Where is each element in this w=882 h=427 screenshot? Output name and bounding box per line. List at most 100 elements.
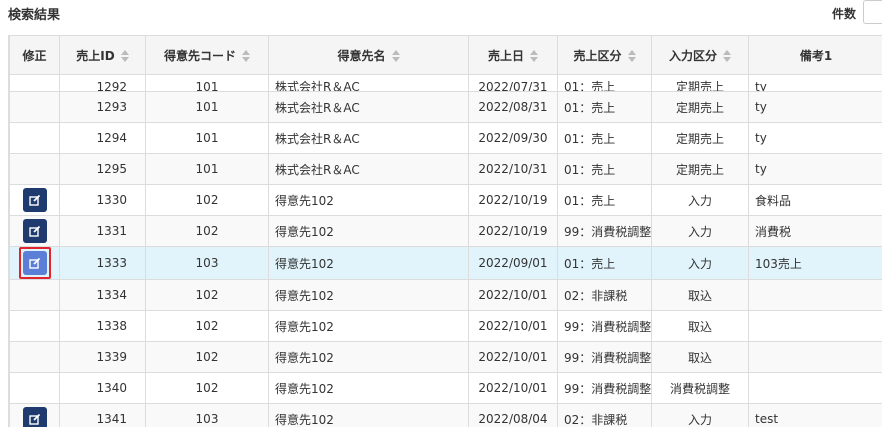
table-row[interactable]: 1295 101 株式会社R＆AC 2022/10/31 01：売上 定期売上 ty bbox=[9, 153, 882, 185]
cell-cust_code: 101 bbox=[145, 91, 269, 123]
results-header: 検索結果 件数 bbox=[0, 0, 882, 26]
cell-sales_type: 02：非課税 bbox=[557, 403, 652, 427]
cell-note: ty bbox=[748, 91, 882, 123]
cell-sales_type: 99：消費税調整 bbox=[557, 310, 652, 342]
table-row[interactable]: 1293 101 株式会社R＆AC 2022/08/31 01：売上 定期売上 ty bbox=[9, 91, 882, 123]
cell-cust_name: 得意先102 bbox=[268, 215, 469, 247]
cell-cust_name: 株式会社R＆AC bbox=[268, 153, 469, 185]
cell-date: 2022/10/31 bbox=[468, 153, 558, 185]
edit-cell bbox=[9, 372, 60, 404]
table-header-row: 修正 売上ID 得意先コード 得意先名 売上日 売上区分 入力区分 備考1 bbox=[9, 35, 882, 75]
cell-cust_code: 102 bbox=[145, 341, 269, 373]
table-row[interactable]: 1340 102 得意先102 2022/10/01 99：消費税調整 消費税調整 bbox=[9, 372, 882, 404]
column-header-date[interactable]: 売上日 bbox=[468, 35, 558, 75]
cell-cust_code: 101 bbox=[145, 153, 269, 185]
cell-input_type: 消費税調整 bbox=[651, 372, 749, 404]
table-row[interactable]: 1341 103 得意先102 2022/08/04 02：非課税 入力 test bbox=[9, 403, 882, 427]
cell-note bbox=[748, 310, 882, 342]
cell-note bbox=[748, 341, 882, 373]
cell-date: 2022/10/19 bbox=[468, 184, 558, 216]
edit-icon[interactable] bbox=[22, 219, 47, 243]
edit-cell bbox=[9, 122, 60, 154]
cell-id: 1334 bbox=[59, 279, 146, 311]
column-header-label: 売上日 bbox=[487, 48, 524, 63]
edit-icon[interactable] bbox=[22, 251, 47, 275]
cell-cust_code: 103 bbox=[145, 246, 269, 280]
table-row[interactable]: 1294 101 株式会社R＆AC 2022/09/30 01：売上 定期売上 ty bbox=[9, 122, 882, 154]
column-header-label: 備考1 bbox=[799, 48, 833, 63]
cell-date: 2022/08/31 bbox=[468, 91, 558, 123]
cell-sales_type: 99：消費税調整 bbox=[557, 215, 652, 247]
cell-sales_type: 01：売上 bbox=[557, 246, 652, 280]
cell-cust_code: 102 bbox=[145, 215, 269, 247]
cell-id: 1330 bbox=[59, 184, 146, 216]
sort-icon[interactable] bbox=[242, 50, 250, 62]
sort-icon[interactable] bbox=[391, 50, 400, 62]
count-label: 件数 bbox=[831, 7, 856, 21]
sort-icon[interactable] bbox=[530, 50, 538, 62]
cell-id: 1295 bbox=[59, 153, 146, 185]
cell-input_type: 定期売上 bbox=[651, 91, 749, 123]
cell-input_type: 定期売上 bbox=[651, 122, 749, 154]
edit-cell bbox=[9, 153, 60, 185]
column-header-label: 修正 bbox=[22, 48, 47, 63]
cell-input_type: 入力 bbox=[651, 184, 749, 216]
cell-note: test bbox=[748, 403, 882, 427]
cell-note: ty bbox=[748, 153, 882, 185]
column-header-cust_code[interactable]: 得意先コード bbox=[145, 35, 269, 75]
sort-icon[interactable] bbox=[120, 50, 129, 62]
cell-date: 2022/10/01 bbox=[468, 310, 558, 342]
cell-sales_type: 01：売上 bbox=[557, 153, 652, 185]
sort-icon[interactable] bbox=[723, 50, 731, 62]
table-row[interactable]: 1334 102 得意先102 2022/10/01 02：非課税 取込 bbox=[9, 279, 882, 311]
cell-cust_code: 103 bbox=[145, 403, 269, 427]
edit-cell bbox=[9, 246, 60, 280]
edit-cell bbox=[9, 341, 60, 373]
table-row[interactable]: 1339 102 得意先102 2022/10/01 99：消費税調整 取込 bbox=[9, 341, 882, 373]
cell-input_type: 入力 bbox=[651, 403, 749, 427]
column-header-sales_type[interactable]: 売上区分 bbox=[557, 35, 652, 75]
table-row[interactable]: 1338 102 得意先102 2022/10/01 99：消費税調整 取込 bbox=[9, 310, 882, 342]
table-row[interactable]: 1333 103 得意先102 2022/09/01 01：売上 入力 103売上 bbox=[9, 246, 882, 280]
cell-cust_name: 得意先102 bbox=[268, 310, 469, 342]
cell-cust_name: 得意先102 bbox=[268, 341, 469, 373]
cell-note: 食料品 bbox=[748, 184, 882, 216]
cell-input_type: 取込 bbox=[651, 310, 749, 342]
edit-cell bbox=[9, 184, 60, 216]
column-header-input_type[interactable]: 入力区分 bbox=[651, 35, 749, 75]
cell-id: 1333 bbox=[59, 246, 146, 280]
count-select[interactable] bbox=[863, 0, 882, 24]
cell-note: 消費税 bbox=[748, 215, 882, 247]
cell-date: 2022/08/04 bbox=[468, 403, 558, 427]
cell-cust_code: 102 bbox=[145, 279, 269, 311]
cell-date: 2022/10/01 bbox=[468, 279, 558, 311]
sort-icon[interactable] bbox=[627, 50, 636, 62]
cell-note: ty bbox=[748, 74, 882, 92]
cell-id: 1292 bbox=[59, 74, 146, 92]
column-header-cust_name[interactable]: 得意先名 bbox=[268, 35, 469, 75]
table-row[interactable]: 1331 102 得意先102 2022/10/19 99：消費税調整 入力 消費税 bbox=[9, 215, 882, 247]
cell-cust_code: 102 bbox=[145, 372, 269, 404]
column-header-label: 入力区分 bbox=[668, 48, 717, 63]
column-header-label: 売上区分 bbox=[573, 48, 622, 63]
edit-icon[interactable] bbox=[22, 407, 47, 427]
cell-cust_name: 株式会社R＆AC bbox=[268, 91, 469, 123]
table-row[interactable]: 1330 102 得意先102 2022/10/19 01：売上 入力 食料品 bbox=[9, 184, 882, 216]
edit-icon[interactable] bbox=[22, 188, 47, 212]
cell-id: 1339 bbox=[59, 341, 146, 373]
cell-cust_code: 101 bbox=[145, 74, 269, 92]
cell-sales_type: 01：売上 bbox=[557, 74, 652, 92]
cell-cust_name: 得意先102 bbox=[268, 184, 469, 216]
column-header-id[interactable]: 売上ID bbox=[59, 35, 146, 75]
cell-date: 2022/07/31 bbox=[468, 74, 558, 92]
column-header-label: 売上ID bbox=[76, 48, 115, 63]
column-header-label: 得意先名 bbox=[337, 48, 386, 63]
cell-id: 1294 bbox=[59, 122, 146, 154]
cell-cust_name: 得意先102 bbox=[268, 372, 469, 404]
edit-cell bbox=[9, 91, 60, 123]
cell-input_type: 入力 bbox=[651, 246, 749, 280]
table-row[interactable]: 1292 101 株式会社R＆AC 2022/07/31 01：売上 定期売上 ty bbox=[9, 74, 882, 92]
edit-cell bbox=[9, 279, 60, 311]
cell-note: ty bbox=[748, 122, 882, 154]
cell-cust_code: 102 bbox=[145, 310, 269, 342]
